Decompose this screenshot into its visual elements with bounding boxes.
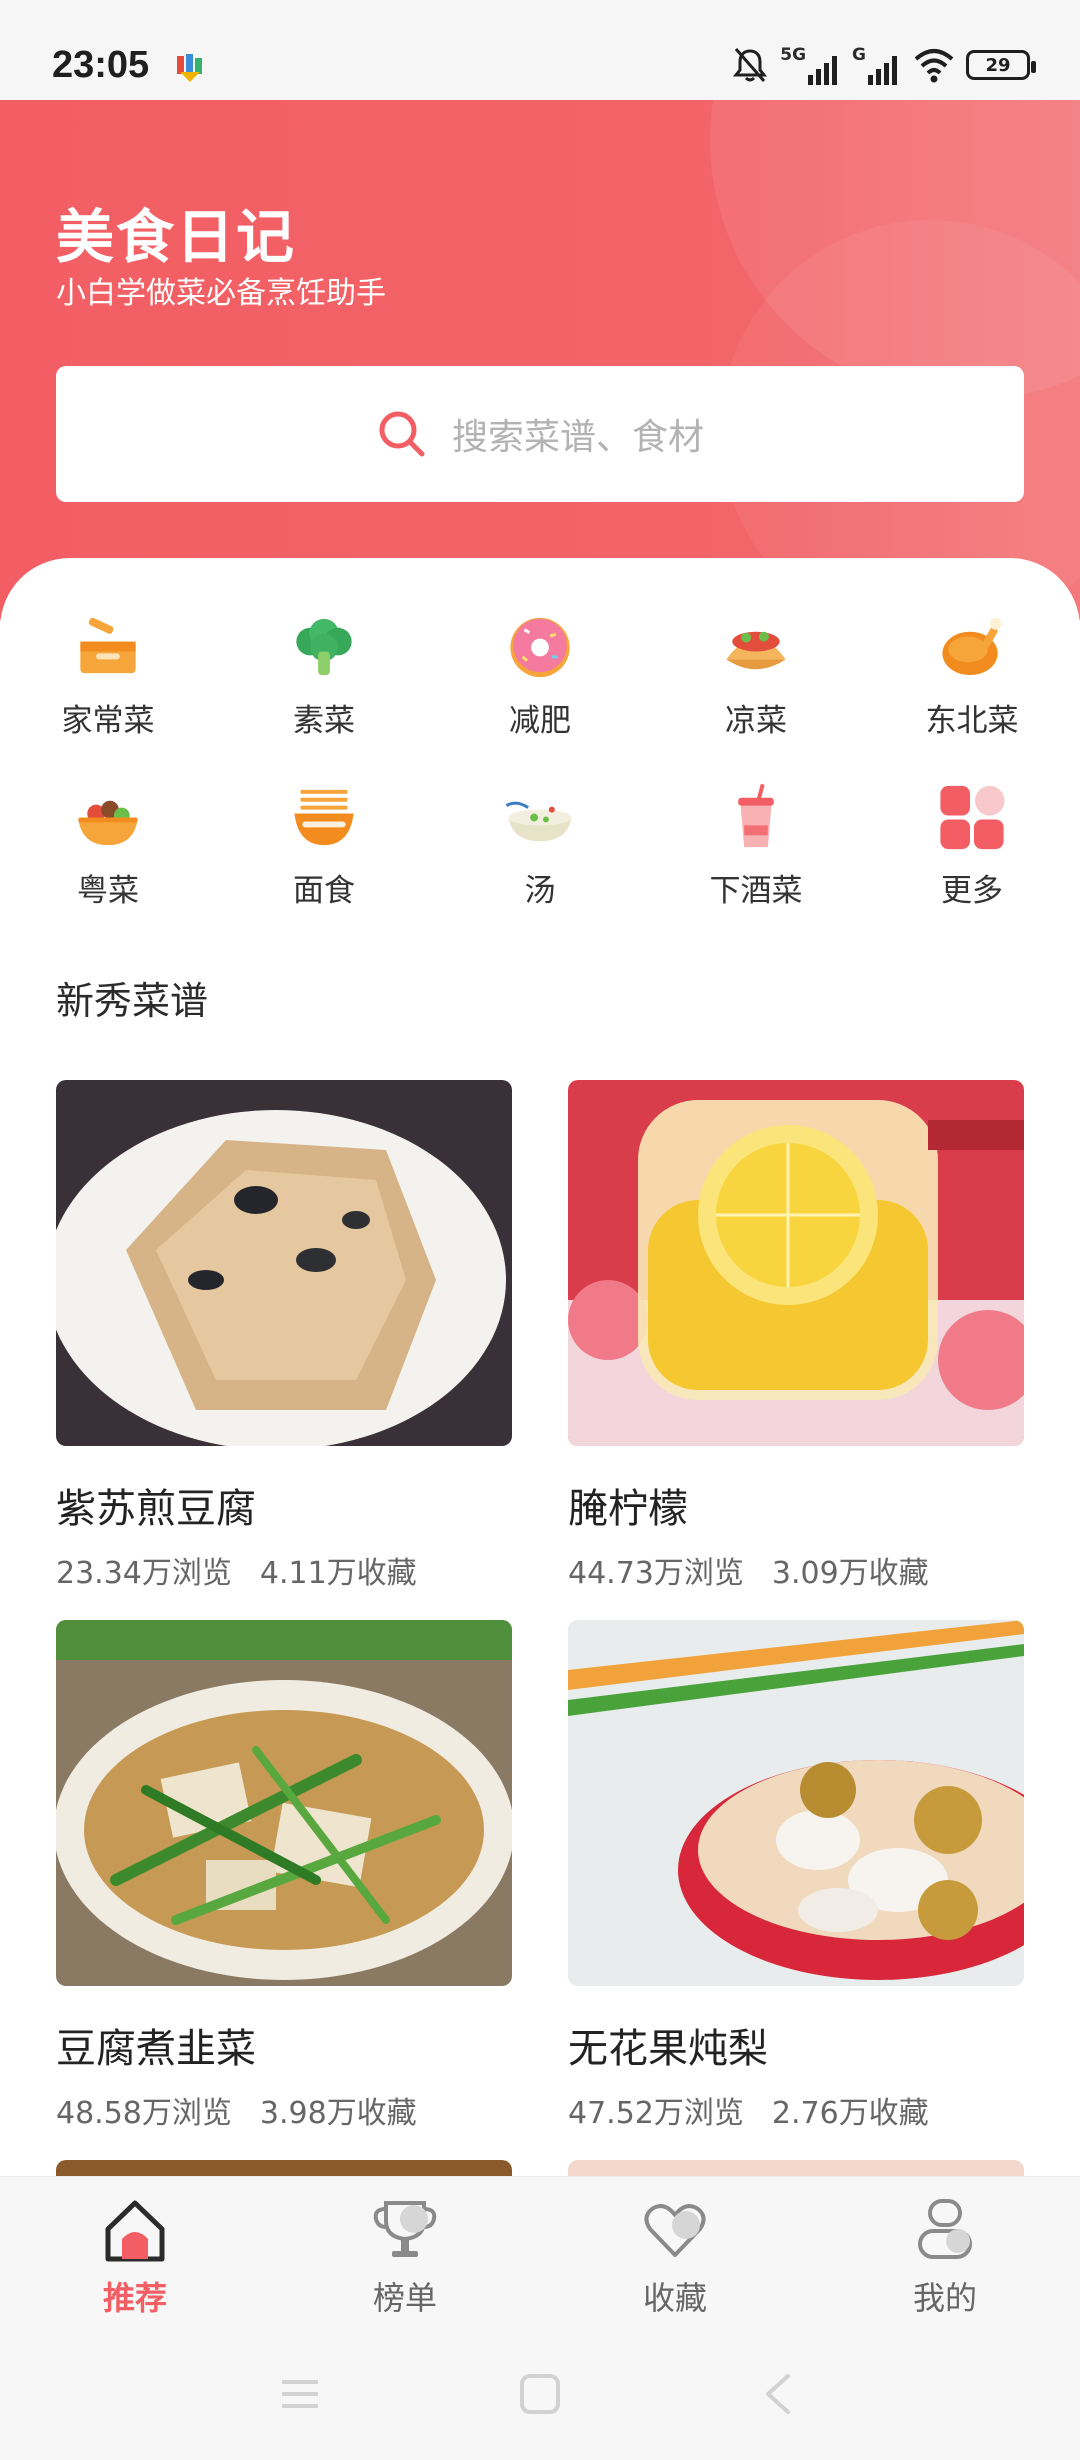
recipe-card[interactable]: 无花果炖梨 47.52万浏览 2.76万收藏 xyxy=(568,1620,1024,2132)
recipe-image-partial[interactable] xyxy=(568,2160,1024,2176)
grid-more-icon xyxy=(940,785,1005,850)
header-banner: 美食日记 小白学做菜必备烹饪助手 搜索菜谱、食材 xyxy=(0,100,1080,620)
wifi-icon xyxy=(914,49,954,83)
signal-g-icon: G xyxy=(852,45,902,85)
category-diet[interactable]: 减肥 xyxy=(432,600,648,740)
recipe-stats: 44.73万浏览 3.09万收藏 xyxy=(568,1548,1024,1592)
recipe-name: 豆腐煮韭菜 xyxy=(56,2026,256,2072)
recipe-stats: 47.52万浏览 2.76万收藏 xyxy=(568,2088,1024,2132)
battery-indicator: 29 xyxy=(966,50,1036,80)
home-icon xyxy=(105,2200,165,2262)
back-icon[interactable] xyxy=(760,2372,796,2416)
recipe-views: 44.73万浏览 xyxy=(568,1556,744,1591)
trophy-icon xyxy=(373,2201,437,2257)
category-soup[interactable]: 汤 xyxy=(432,770,648,910)
recipe-image[interactable] xyxy=(56,1080,512,1446)
recipe-stats: 48.58万浏览 3.98万收藏 xyxy=(56,2088,512,2132)
user-icon xyxy=(918,2199,972,2259)
donut-icon xyxy=(510,617,570,678)
recipe-views: 48.58万浏览 xyxy=(56,2096,232,2131)
category-northeast[interactable]: 东北菜 xyxy=(864,600,1080,740)
app-notification-icon xyxy=(177,54,202,82)
category-bar-snacks[interactable]: 下酒菜 xyxy=(648,770,864,910)
recipe-name: 无花果炖梨 xyxy=(568,2026,768,2072)
nav-tab-recommend[interactable]: 推荐 xyxy=(0,2177,270,2327)
recipe-favorites: 4.11万收藏 xyxy=(259,1556,417,1591)
category-more[interactable]: 更多 xyxy=(864,770,1080,910)
category-home-cooking[interactable]: 家常菜 xyxy=(0,600,216,740)
recipe-image[interactable] xyxy=(568,1620,1024,1986)
noodle-bowl-icon xyxy=(294,789,354,846)
drink-icon xyxy=(738,783,774,848)
category-vegetarian[interactable]: 素菜 xyxy=(216,600,432,740)
app-subtitle: 小白学做菜必备烹饪助手 xyxy=(56,276,386,311)
search-placeholder: 搜索菜谱、食材 xyxy=(451,417,704,458)
category-cantonese[interactable]: 粤菜 xyxy=(0,770,216,910)
broccoli-icon xyxy=(296,618,352,676)
menu-icon[interactable] xyxy=(278,2374,322,2414)
system-nav-bar xyxy=(0,2326,1080,2460)
recipe-name: 腌柠檬 xyxy=(568,1486,688,1532)
recipe-card[interactable]: 腌柠檬 44.73万浏览 3.09万收藏 xyxy=(568,1080,1024,1592)
recipe-views: 47.52万浏览 xyxy=(568,2096,744,2131)
recipe-image[interactable] xyxy=(56,1620,512,1986)
recipe-favorites: 3.09万收藏 xyxy=(771,1556,929,1591)
recipe-favorites: 3.98万收藏 xyxy=(259,2096,417,2131)
recipe-image[interactable] xyxy=(568,1080,1024,1446)
recipe-stats: 23.34万浏览 4.11万收藏 xyxy=(56,1548,512,1592)
soup-icon xyxy=(505,801,572,842)
search-input[interactable]: 搜索菜谱、食材 xyxy=(56,366,1024,502)
taco-icon xyxy=(726,631,786,670)
category-cold-dishes[interactable]: 凉菜 xyxy=(648,600,864,740)
recipe-card[interactable]: 紫苏煎豆腐 23.34万浏览 4.11万收藏 xyxy=(56,1080,512,1592)
recipe-name: 紫苏煎豆腐 xyxy=(56,1486,256,1532)
status-time: 23:05 xyxy=(52,44,150,86)
nav-tab-profile[interactable]: 我的 xyxy=(810,2177,1080,2327)
bowl-dish-icon xyxy=(78,800,138,846)
section-title: 新秀菜谱 xyxy=(56,979,209,1023)
bell-muted-icon xyxy=(733,48,768,82)
search-icon xyxy=(379,411,425,457)
bottom-nav: 推荐 榜单 收藏 我的 xyxy=(0,2176,1080,2327)
nav-tab-ranking[interactable]: 榜单 xyxy=(270,2177,540,2327)
app-title: 美食日记 xyxy=(56,203,297,271)
home-square-icon[interactable] xyxy=(518,2372,562,2416)
signal-5g-icon: 5G xyxy=(780,45,842,85)
status-bar: 23:05 5G G 29 xyxy=(0,0,1080,100)
category-grid: 家常菜 素菜 减肥 凉菜 东北菜 粤菜 面食 汤 下酒菜 更多 xyxy=(0,600,1080,910)
basket-icon xyxy=(80,617,136,674)
recipe-favorites: 2.76万收藏 xyxy=(771,2096,929,2131)
roast-chicken-icon xyxy=(942,617,1002,676)
nav-tab-favorites[interactable]: 收藏 xyxy=(540,2177,810,2327)
recipe-views: 23.34万浏览 xyxy=(56,1556,232,1591)
recipe-card[interactable]: 豆腐煮韭菜 48.58万浏览 3.98万收藏 xyxy=(56,1620,512,2132)
heart-icon xyxy=(644,2204,706,2257)
recipe-image-partial[interactable] xyxy=(56,2160,512,2176)
status-icons: 5G G 29 xyxy=(730,44,1036,86)
category-noodles[interactable]: 面食 xyxy=(216,770,432,910)
